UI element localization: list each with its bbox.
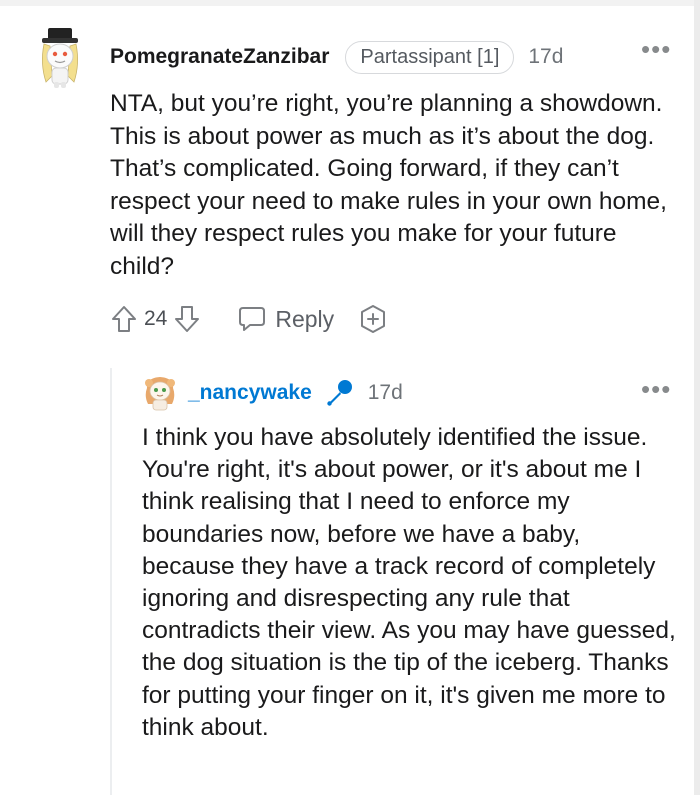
vote-count: 24 bbox=[144, 307, 168, 330]
reply-button[interactable]: Reply bbox=[237, 305, 334, 333]
comment-body: NTA, but you’re right, you’re planning a… bbox=[110, 90, 667, 280]
op-username[interactable]: _nancywake bbox=[188, 381, 312, 405]
thread-line[interactable] bbox=[110, 368, 112, 795]
more-icon[interactable]: ••• bbox=[641, 376, 671, 402]
comment: PomegranateZanzibar Partassipant [1] 17d… bbox=[0, 0, 694, 350]
avatar[interactable] bbox=[36, 24, 84, 92]
avatar[interactable] bbox=[142, 374, 178, 414]
scrollbar[interactable] bbox=[694, 0, 700, 795]
more-icon[interactable]: ••• bbox=[641, 36, 671, 62]
user-flair: Partassipant [1] bbox=[345, 40, 515, 74]
award-icon[interactable] bbox=[358, 304, 388, 334]
snoo-avatar-icon bbox=[42, 28, 78, 88]
comment-actions: 24 Reply bbox=[110, 300, 388, 338]
timestamp[interactable]: 17d bbox=[528, 45, 563, 69]
downvote-icon[interactable] bbox=[173, 304, 201, 334]
snoo-avatar-icon bbox=[145, 377, 175, 411]
microphone-icon bbox=[324, 378, 354, 408]
reply-icon bbox=[237, 305, 267, 333]
reply-label: Reply bbox=[275, 305, 335, 332]
username[interactable]: PomegranateZanzibar bbox=[110, 45, 329, 69]
timestamp[interactable]: 17d bbox=[368, 381, 403, 405]
comment-body: I think you have absolutely identified t… bbox=[142, 424, 676, 741]
comment-header: _nancywake 17d bbox=[188, 374, 403, 412]
upvote-icon[interactable] bbox=[110, 304, 138, 334]
comment-header: PomegranateZanzibar Partassipant [1] 17d bbox=[110, 38, 563, 76]
